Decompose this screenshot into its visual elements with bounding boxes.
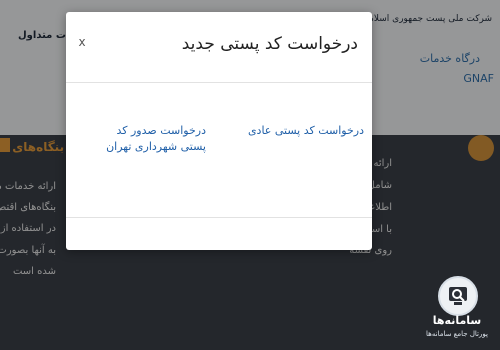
close-button[interactable]: x [74,32,90,52]
regular-postal-code-link[interactable]: درخواست کد پستی عادی [248,123,364,139]
modal-footer [66,217,372,251]
tehran-municipality-postal-code-link[interactable]: درخواست صدور کد پستی شهرداری تهران [106,123,206,155]
new-postal-code-modal: درخواست کد پستی جدید x درخواست کد پستی ع… [66,12,372,250]
modal-body: درخواست کد پستی عادی درخواست صدور کد پست… [66,83,372,215]
logo-title: سامانه‌ها [432,314,482,327]
samanehha-logo: سامانه‌ها پورتال جامع سامانه‌ها [418,270,496,346]
modal-header: درخواست کد پستی جدید x [66,12,372,83]
modal-title: درخواست کد پستی جدید [181,34,358,54]
search-magnifier-icon [438,276,478,316]
logo-subtitle: پورتال جامع سامانه‌ها [426,330,488,338]
